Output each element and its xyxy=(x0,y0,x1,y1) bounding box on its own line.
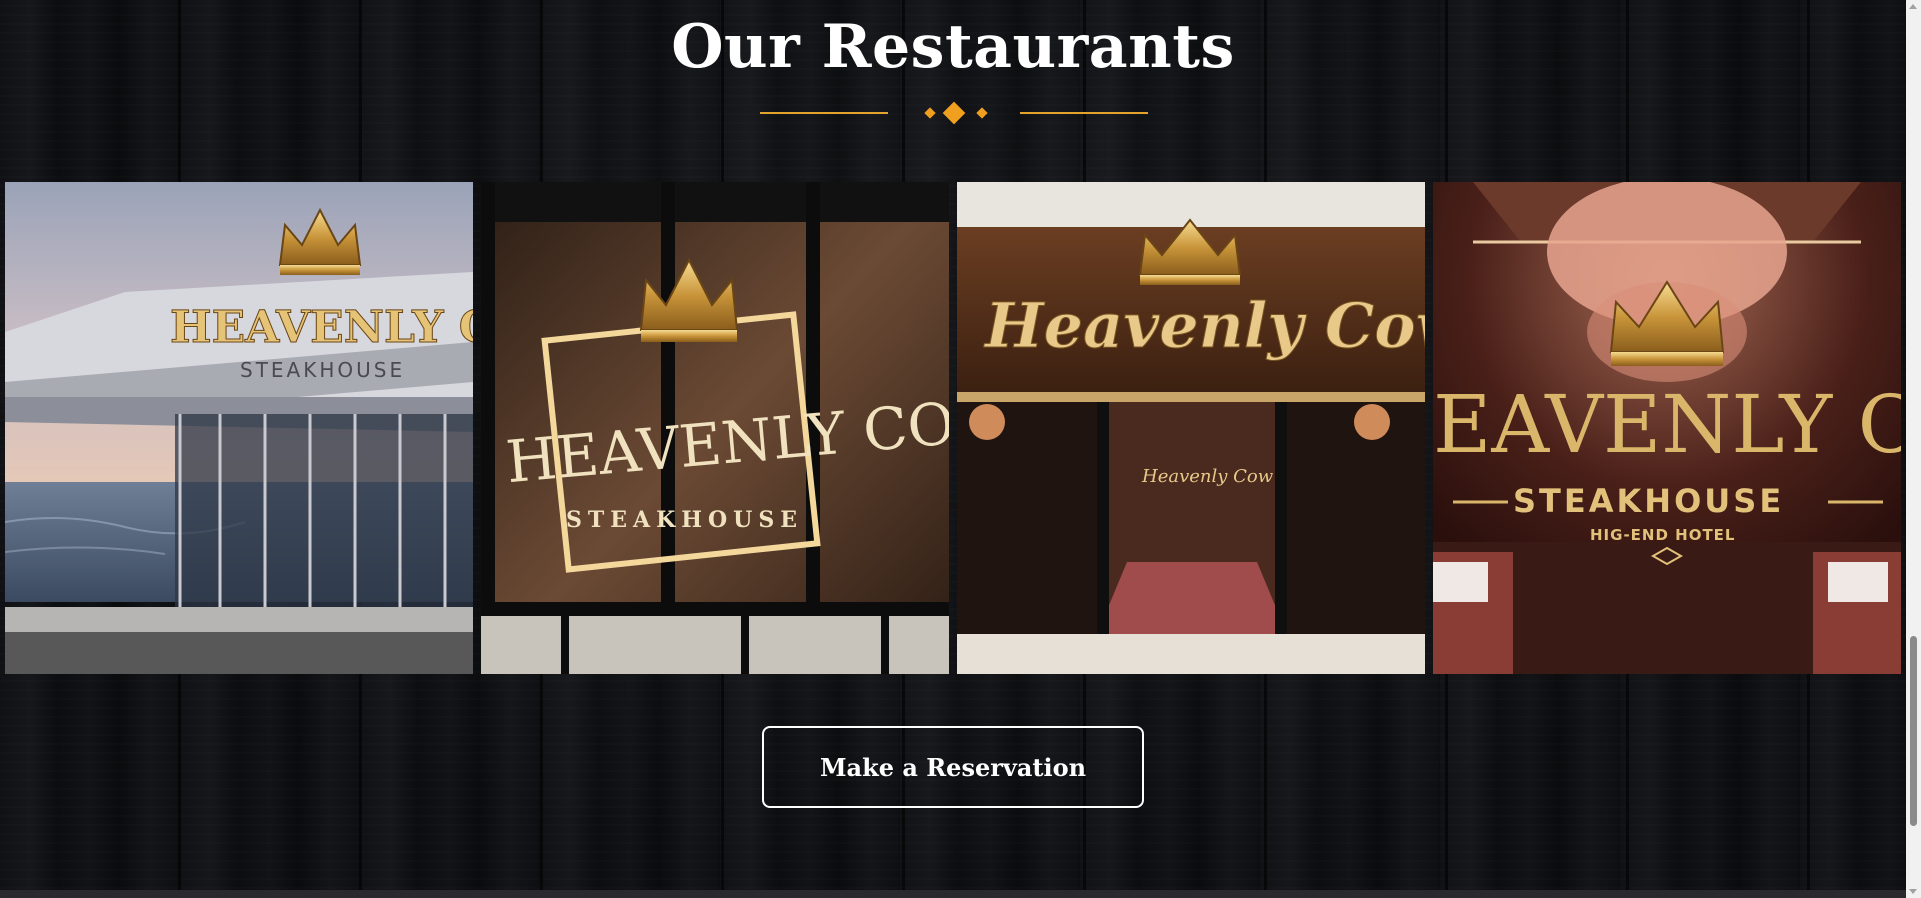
divider-line-left xyxy=(760,112,888,114)
restaurants-page: Our Restaurants HEAVENLY STEAKHOUSE HEAV… xyxy=(0,0,1921,898)
svg-text:EAVENLY CO: EAVENLY CO xyxy=(1433,378,1901,471)
svg-text:Heavenly Cow: Heavenly Cow xyxy=(983,289,1425,362)
diamond-icon xyxy=(942,101,966,125)
scroll-up-icon[interactable] xyxy=(1909,4,1917,9)
svg-text:HIG-END HOTEL: HIG-END HOTEL xyxy=(1590,526,1736,544)
restaurant-image-entrance[interactable]: Heavenly Cow Heavenly Cow xyxy=(957,182,1425,674)
svg-text:STEAKHOUSE: STEAKHOUSE xyxy=(240,358,405,382)
svg-text:Heavenly Cow: Heavenly Cow xyxy=(1141,466,1274,487)
svg-text:STEAKHOUSE: STEAKHOUSE xyxy=(566,507,803,533)
divider-line-right xyxy=(1020,112,1148,114)
title-divider xyxy=(760,100,1148,128)
scroll-down-icon[interactable] xyxy=(1909,889,1917,894)
footer-edge xyxy=(0,890,1906,898)
restaurant-image-hotel[interactable]: EAVENLY CO STEAKHOUSE HIG-END HOTEL xyxy=(1433,182,1901,674)
make-reservation-button[interactable]: Make a Reservation xyxy=(762,726,1144,808)
diamond-icon xyxy=(924,107,936,119)
scrollbar-thumb[interactable] xyxy=(1910,636,1917,826)
svg-text:STEAKHOUSE: STEAKHOUSE xyxy=(1513,482,1784,520)
restaurant-image-storefront[interactable]: HEAVENLY COW STEAKHOUSE xyxy=(481,182,949,674)
svg-text:HEAVENLY CO: HEAVENLY CO xyxy=(170,302,473,353)
diamond-icon xyxy=(976,107,988,119)
section-title: Our Restaurants xyxy=(671,12,1235,82)
page-scrollbar[interactable] xyxy=(1906,0,1921,898)
restaurant-gallery: HEAVENLY CO STEAKHOUSE xyxy=(5,182,1905,674)
restaurant-image-oceanfront[interactable]: HEAVENLY CO STEAKHOUSE xyxy=(5,182,473,674)
